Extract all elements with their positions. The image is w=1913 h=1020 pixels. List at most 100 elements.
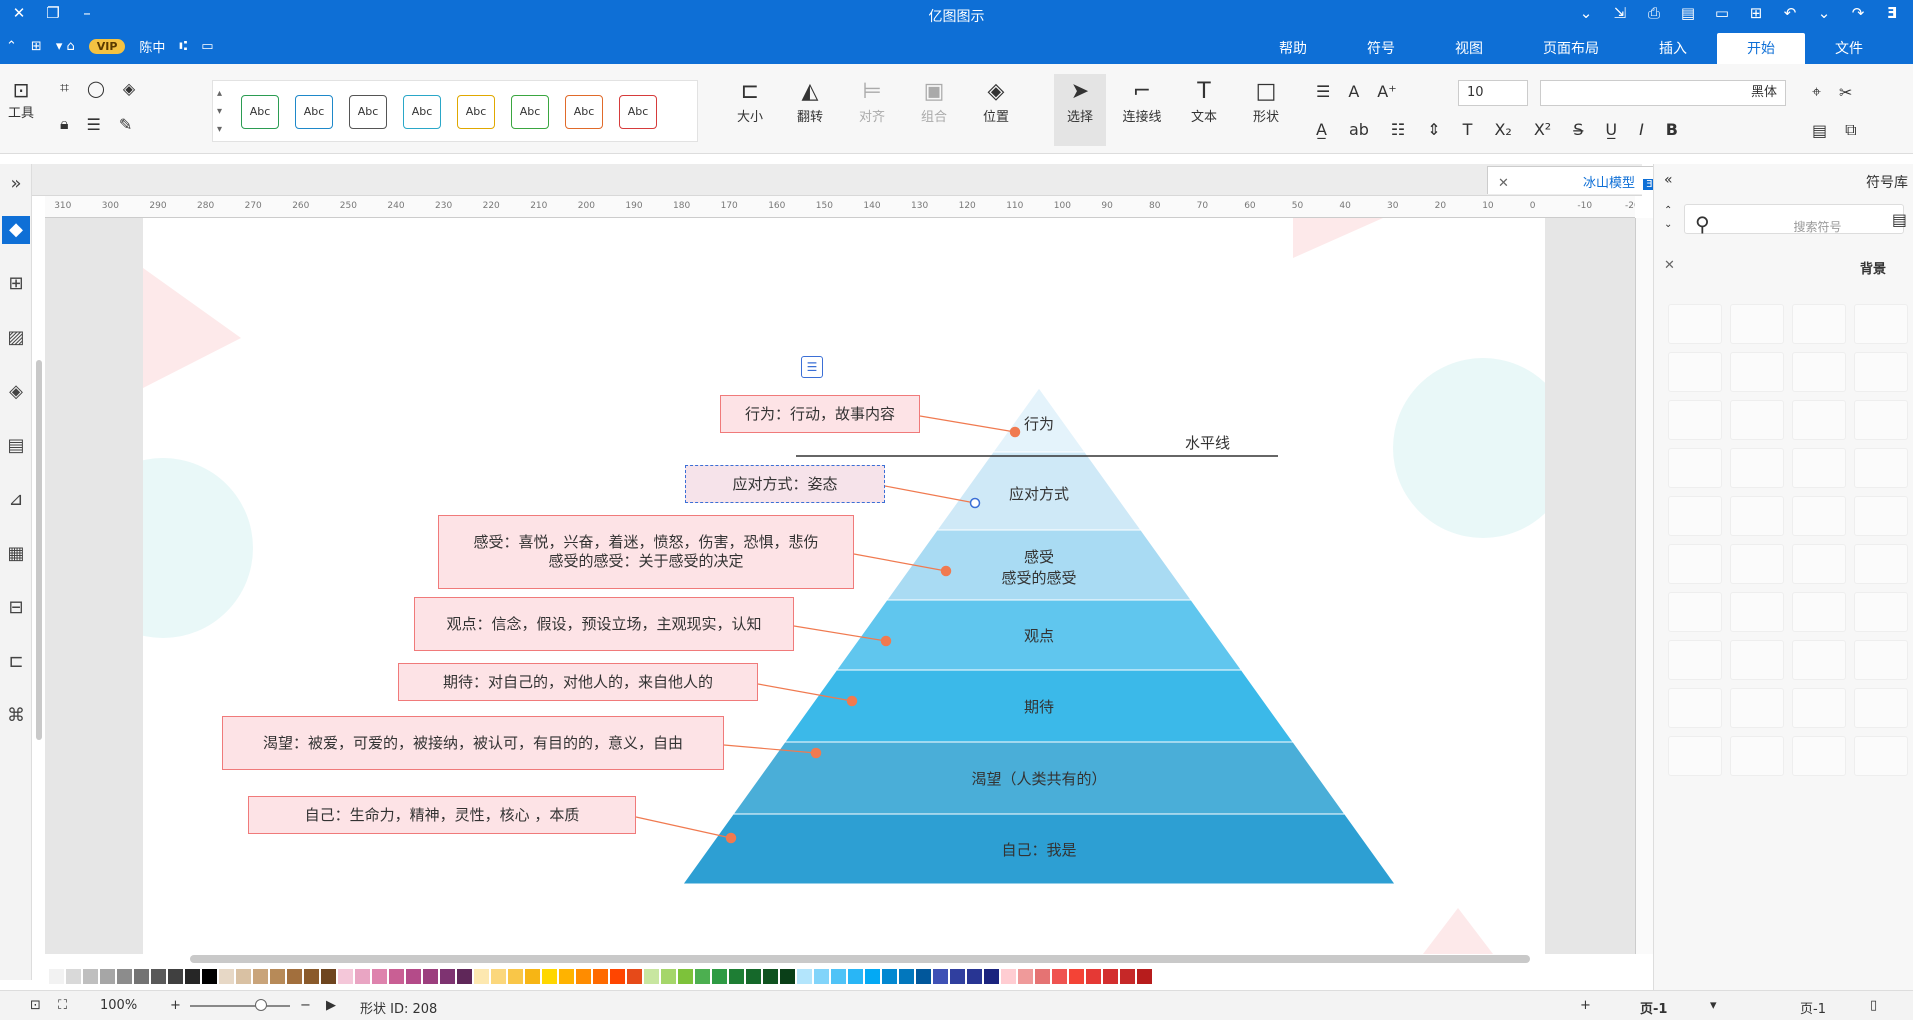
restore-icon[interactable]: ❐ <box>42 4 64 22</box>
background-thumbnail[interactable] <box>1730 736 1784 776</box>
group-button[interactable]: ▣ 组合 <box>908 78 960 125</box>
cut-icon[interactable]: ✂ <box>1839 83 1852 102</box>
panel-toggle-icon[interactable]: ▯ <box>1870 998 1877 1013</box>
background-thumbnail[interactable] <box>1792 688 1846 728</box>
text-direction-icon[interactable]: T <box>1463 120 1473 139</box>
font-grow-icon[interactable]: A⁺ <box>1377 82 1396 101</box>
color-swatch[interactable] <box>236 968 251 984</box>
background-thumbnail[interactable] <box>1854 400 1908 440</box>
background-thumbnail[interactable] <box>1668 592 1722 632</box>
background-thumbnail[interactable] <box>1792 352 1846 392</box>
color-swatch[interactable] <box>525 968 540 984</box>
zoom-out-icon[interactable]: − <box>300 998 311 1013</box>
style-swatch[interactable]: Abc <box>403 95 441 129</box>
ellipse-icon[interactable]: ◯ <box>87 79 105 98</box>
new-icon[interactable]: ⊞ <box>1745 4 1767 22</box>
select-button[interactable]: ➤ 选择 <box>1054 74 1106 146</box>
background-thumbnail[interactable] <box>1668 304 1722 344</box>
save-icon[interactable]: ▤ <box>1677 4 1699 22</box>
library-menu-icon[interactable]: ▤ <box>1892 210 1907 229</box>
fit-page-icon[interactable]: ⊡ <box>30 998 41 1013</box>
undo-icon[interactable]: ↶ <box>1779 4 1801 22</box>
open-icon[interactable]: ▭ <box>1711 4 1733 22</box>
color-swatch[interactable] <box>1035 968 1050 984</box>
line-spacing-icon[interactable]: ⇕ <box>1427 120 1440 139</box>
background-thumbnail[interactable] <box>1854 304 1908 344</box>
color-swatch[interactable] <box>406 968 421 984</box>
horizontal-scrollbar[interactable] <box>190 955 1530 963</box>
scroll-arrows[interactable]: ⌃ ⌄ <box>1664 204 1672 232</box>
grid-icon[interactable]: ⊞ <box>2 270 30 298</box>
background-thumbnail[interactable] <box>1792 304 1846 344</box>
color-swatch[interactable] <box>814 968 829 984</box>
font-color-icon[interactable]: A̲ <box>1316 120 1327 139</box>
color-swatch[interactable] <box>474 968 489 984</box>
export-icon[interactable]: ⇲ <box>1609 4 1631 22</box>
color-swatch[interactable] <box>729 968 744 984</box>
highlight-icon[interactable]: ab <box>1349 120 1369 139</box>
callout-box[interactable]: 观点：信念，假设，预设立场，主观现实，认知 <box>414 597 794 651</box>
background-thumbnail[interactable] <box>1668 352 1722 392</box>
color-swatch[interactable] <box>712 968 727 984</box>
font-family-select[interactable]: 黑体 <box>1540 80 1786 106</box>
style-swatch[interactable]: Abc <box>511 95 549 129</box>
background-thumbnail[interactable] <box>1854 496 1908 536</box>
tab-symbols[interactable]: 符号 <box>1337 30 1425 66</box>
chevron-down-icon[interactable]: ⌄ <box>1813 4 1835 22</box>
color-swatch[interactable] <box>355 968 370 984</box>
comment-icon[interactable]: ▭ <box>201 39 213 54</box>
strikethrough-icon[interactable]: S̶ <box>1573 120 1583 139</box>
style-swatch[interactable]: Abc <box>457 95 495 129</box>
close-icon[interactable]: ✕ <box>1664 258 1675 273</box>
color-swatch[interactable] <box>695 968 710 984</box>
color-swatch[interactable] <box>797 968 812 984</box>
color-swatch[interactable] <box>576 968 591 984</box>
color-swatch[interactable] <box>1120 968 1135 984</box>
connector-button[interactable]: ⌐ 连接线 <box>1116 78 1168 125</box>
color-swatch[interactable] <box>440 968 455 984</box>
underline-icon[interactable]: U̲ <box>1605 120 1617 139</box>
background-thumbnail[interactable] <box>1668 400 1722 440</box>
paste-icon[interactable]: ▤ <box>1812 121 1827 140</box>
fullscreen-icon[interactable]: ⛶ <box>58 998 67 1013</box>
style-swatch[interactable]: Abc <box>295 95 333 129</box>
user-name[interactable]: 陈中 <box>139 37 165 56</box>
background-thumbnail[interactable] <box>1730 400 1784 440</box>
color-swatch[interactable] <box>661 968 676 984</box>
chart-icon[interactable]: ⊿ <box>2 486 30 514</box>
color-swatch[interactable] <box>32 968 47 984</box>
network-icon[interactable]: ⌘ <box>2 702 30 730</box>
background-thumbnail[interactable] <box>1792 400 1846 440</box>
position-button[interactable]: ◈ 位置 <box>970 78 1022 125</box>
callout-box[interactable]: 行为：行动，故事内容 <box>720 395 920 433</box>
callout-box[interactable]: 应对方式：姿态 <box>685 465 885 503</box>
color-swatch[interactable] <box>151 968 166 984</box>
gallery-scroll[interactable]: ▴ ▾ ▾ <box>217 85 222 139</box>
image-icon[interactable]: ▨ <box>2 324 30 352</box>
tab-file[interactable]: 文件 <box>1805 30 1893 66</box>
copy-icon[interactable]: ⧉ <box>1845 120 1856 140</box>
tab-page-layout[interactable]: 页面布局 <box>1513 30 1629 66</box>
background-thumbnail[interactable] <box>1730 640 1784 680</box>
page-selector[interactable]: 页-1 <box>1800 998 1826 1017</box>
color-swatch[interactable] <box>168 968 183 984</box>
color-swatch[interactable] <box>1069 968 1084 984</box>
callout-box[interactable]: 感受：喜悦，兴奋，着迷，愤怒，伤害，恐惧，悲伤 感受的感受：关于感受的决定 <box>438 515 854 589</box>
lock-icon[interactable]: 🔒︎ <box>60 114 69 134</box>
page-tab[interactable]: 页-1 <box>1640 998 1667 1017</box>
color-swatch[interactable] <box>780 968 795 984</box>
close-icon[interactable]: ✕ <box>1498 176 1509 191</box>
background-thumbnail[interactable] <box>1730 688 1784 728</box>
background-thumbnail[interactable] <box>1792 496 1846 536</box>
add-page-icon[interactable]: + <box>1580 998 1591 1013</box>
color-swatch[interactable] <box>984 968 999 984</box>
color-swatch[interactable] <box>831 968 846 984</box>
color-swatch[interactable] <box>559 968 574 984</box>
line-style-icon[interactable]: ☰ <box>87 115 101 134</box>
align-text-icon[interactable]: ☰ <box>1316 82 1330 101</box>
color-swatch[interactable] <box>916 968 931 984</box>
color-swatch[interactable] <box>627 968 642 984</box>
color-swatch[interactable] <box>644 968 659 984</box>
color-swatch[interactable] <box>899 968 914 984</box>
zoom-slider[interactable] <box>190 1005 290 1007</box>
